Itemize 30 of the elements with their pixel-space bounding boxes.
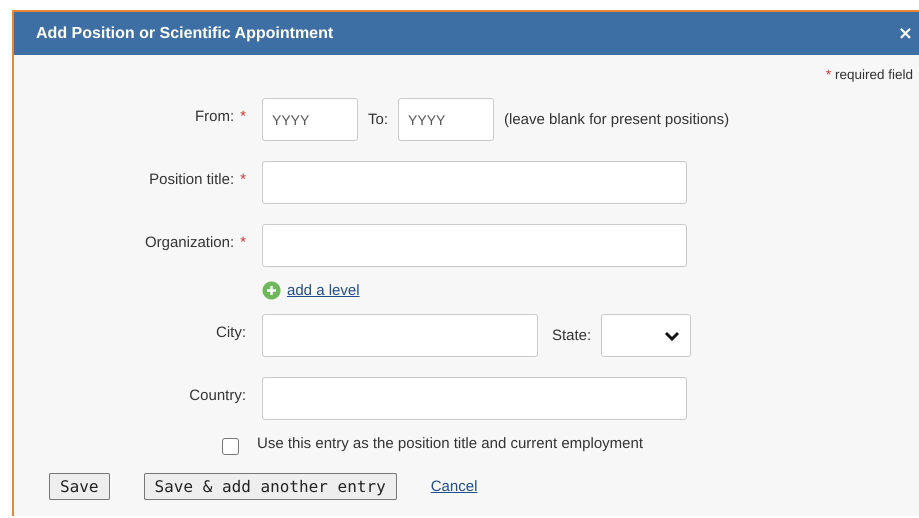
from-label: From: [194,108,234,125]
position-title-field[interactable] [262,161,687,204]
state-dropdown[interactable] [601,314,692,357]
country-field[interactable] [262,377,687,420]
checkbox[interactable] [222,438,239,455]
required-field-note: required field [834,67,913,82]
organization-label: Organization: [144,234,234,251]
cancel-link[interactable]: Cancel [430,478,478,495]
to-label: To: [368,111,388,128]
country-label: Country: [189,387,246,404]
from-year-field[interactable]: YYYY [262,98,358,141]
position-title-label: Position title: [149,171,234,188]
city-label: City: [216,324,246,341]
state-label: State: [552,327,592,344]
checkbox-label: Use this entry as the position title and current employment [257,435,644,452]
required-asterisk: * [240,171,246,188]
city-field[interactable] [262,314,538,357]
save-button[interactable]: Save [49,473,110,500]
close-icon[interactable]: × [898,23,913,44]
add-level-link[interactable]: add a level [287,282,360,299]
chevron-down-icon [664,330,680,340]
required-asterisk: * [240,108,246,125]
date-hint: (leave blank for present positions) [504,111,730,128]
plus-circle-icon [262,281,281,300]
to-year-field[interactable]: YYYY [398,98,494,141]
dialog-title: Add Position or Scientific Appointment [36,24,334,42]
organization-field[interactable] [262,224,687,267]
save-and-add-button[interactable]: Save & add another entry [144,473,397,500]
required-asterisk: * [826,67,832,82]
required-asterisk: * [240,234,246,251]
